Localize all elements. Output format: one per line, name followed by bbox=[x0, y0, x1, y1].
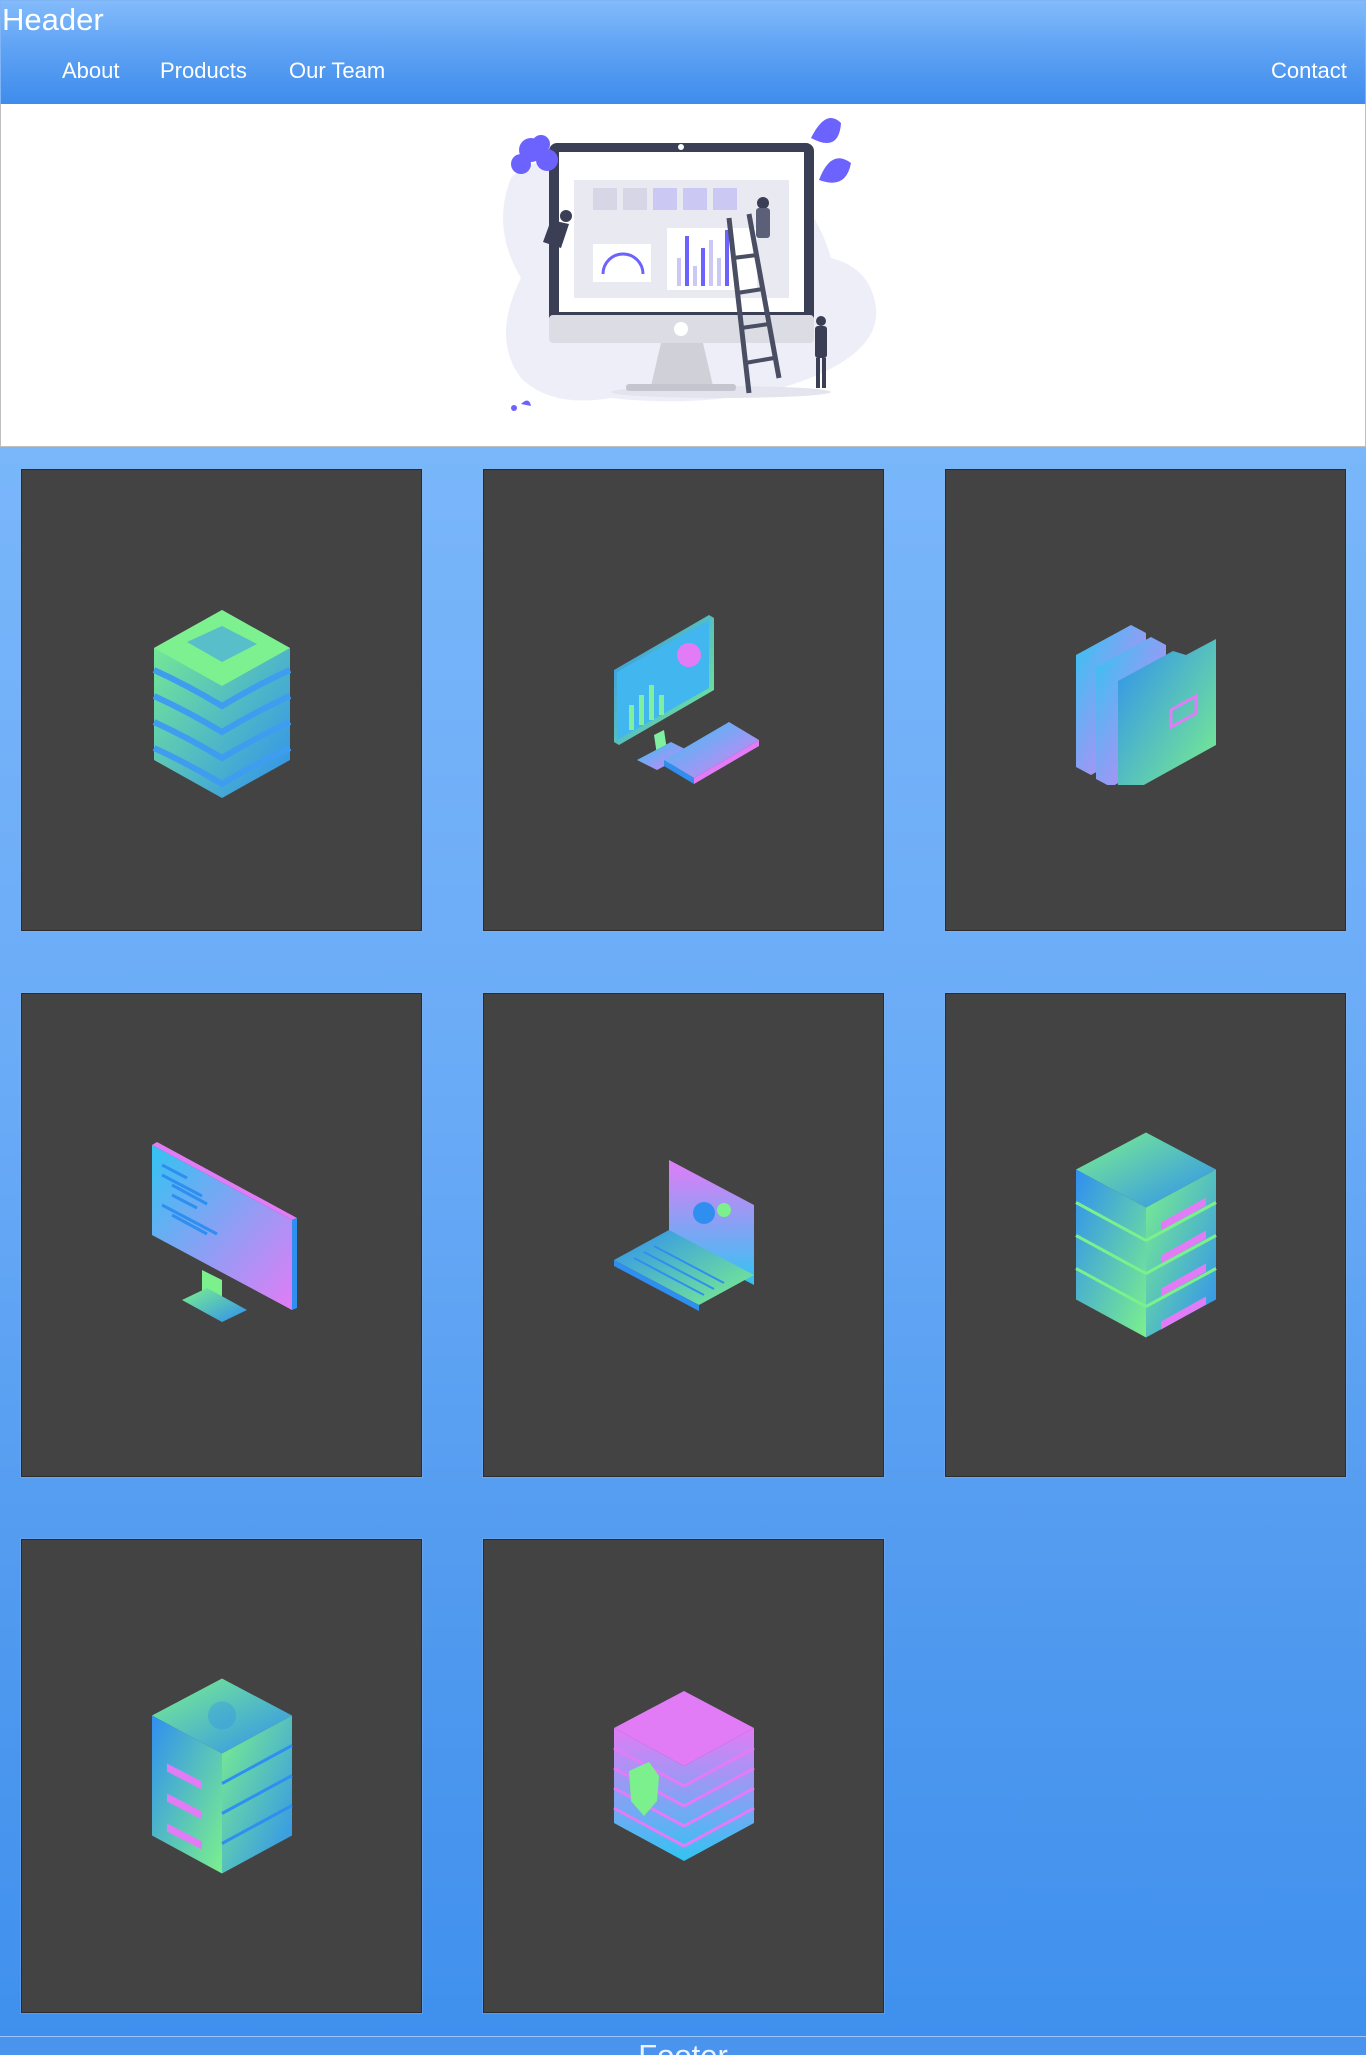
server-tower-icon bbox=[151, 1678, 293, 1874]
card-server-tower[interactable] bbox=[21, 1539, 422, 2013]
secure-database-icon bbox=[612, 1691, 755, 1861]
card-code-monitor[interactable] bbox=[21, 993, 422, 1477]
database-stack-icon bbox=[152, 610, 291, 798]
nav-contact-link[interactable]: Contact bbox=[1271, 58, 1347, 84]
footer-text: Footer bbox=[0, 2040, 1366, 2055]
laptop-settings-icon bbox=[613, 1160, 754, 1311]
hero-banner bbox=[0, 104, 1366, 447]
nav-about-link[interactable]: About bbox=[62, 58, 120, 84]
card-secure-database[interactable] bbox=[483, 1539, 884, 2013]
card-laptop-settings[interactable] bbox=[483, 993, 884, 1477]
main-nav: About Products Our Team Contact bbox=[1, 51, 1365, 91]
page-footer: Footer bbox=[0, 2036, 1366, 2055]
server-rack-icon bbox=[1074, 1132, 1217, 1338]
folders-icon bbox=[1075, 625, 1216, 785]
page-header: Header About Products Our Team Contact bbox=[0, 0, 1366, 105]
code-monitor-icon bbox=[151, 1142, 297, 1322]
dashboard-illustration bbox=[503, 118, 877, 411]
card-analytics-desktop[interactable] bbox=[483, 469, 884, 931]
analytics-desktop-icon bbox=[613, 615, 759, 784]
icon-card-grid bbox=[0, 447, 1366, 2036]
nav-products-link[interactable]: Products bbox=[160, 58, 247, 84]
card-folders[interactable] bbox=[945, 469, 1346, 931]
nav-our-team-link[interactable]: Our Team bbox=[289, 58, 385, 84]
card-database-stack[interactable] bbox=[21, 469, 422, 931]
header-title: Header bbox=[2, 2, 104, 37]
card-server-rack[interactable] bbox=[945, 993, 1346, 1477]
